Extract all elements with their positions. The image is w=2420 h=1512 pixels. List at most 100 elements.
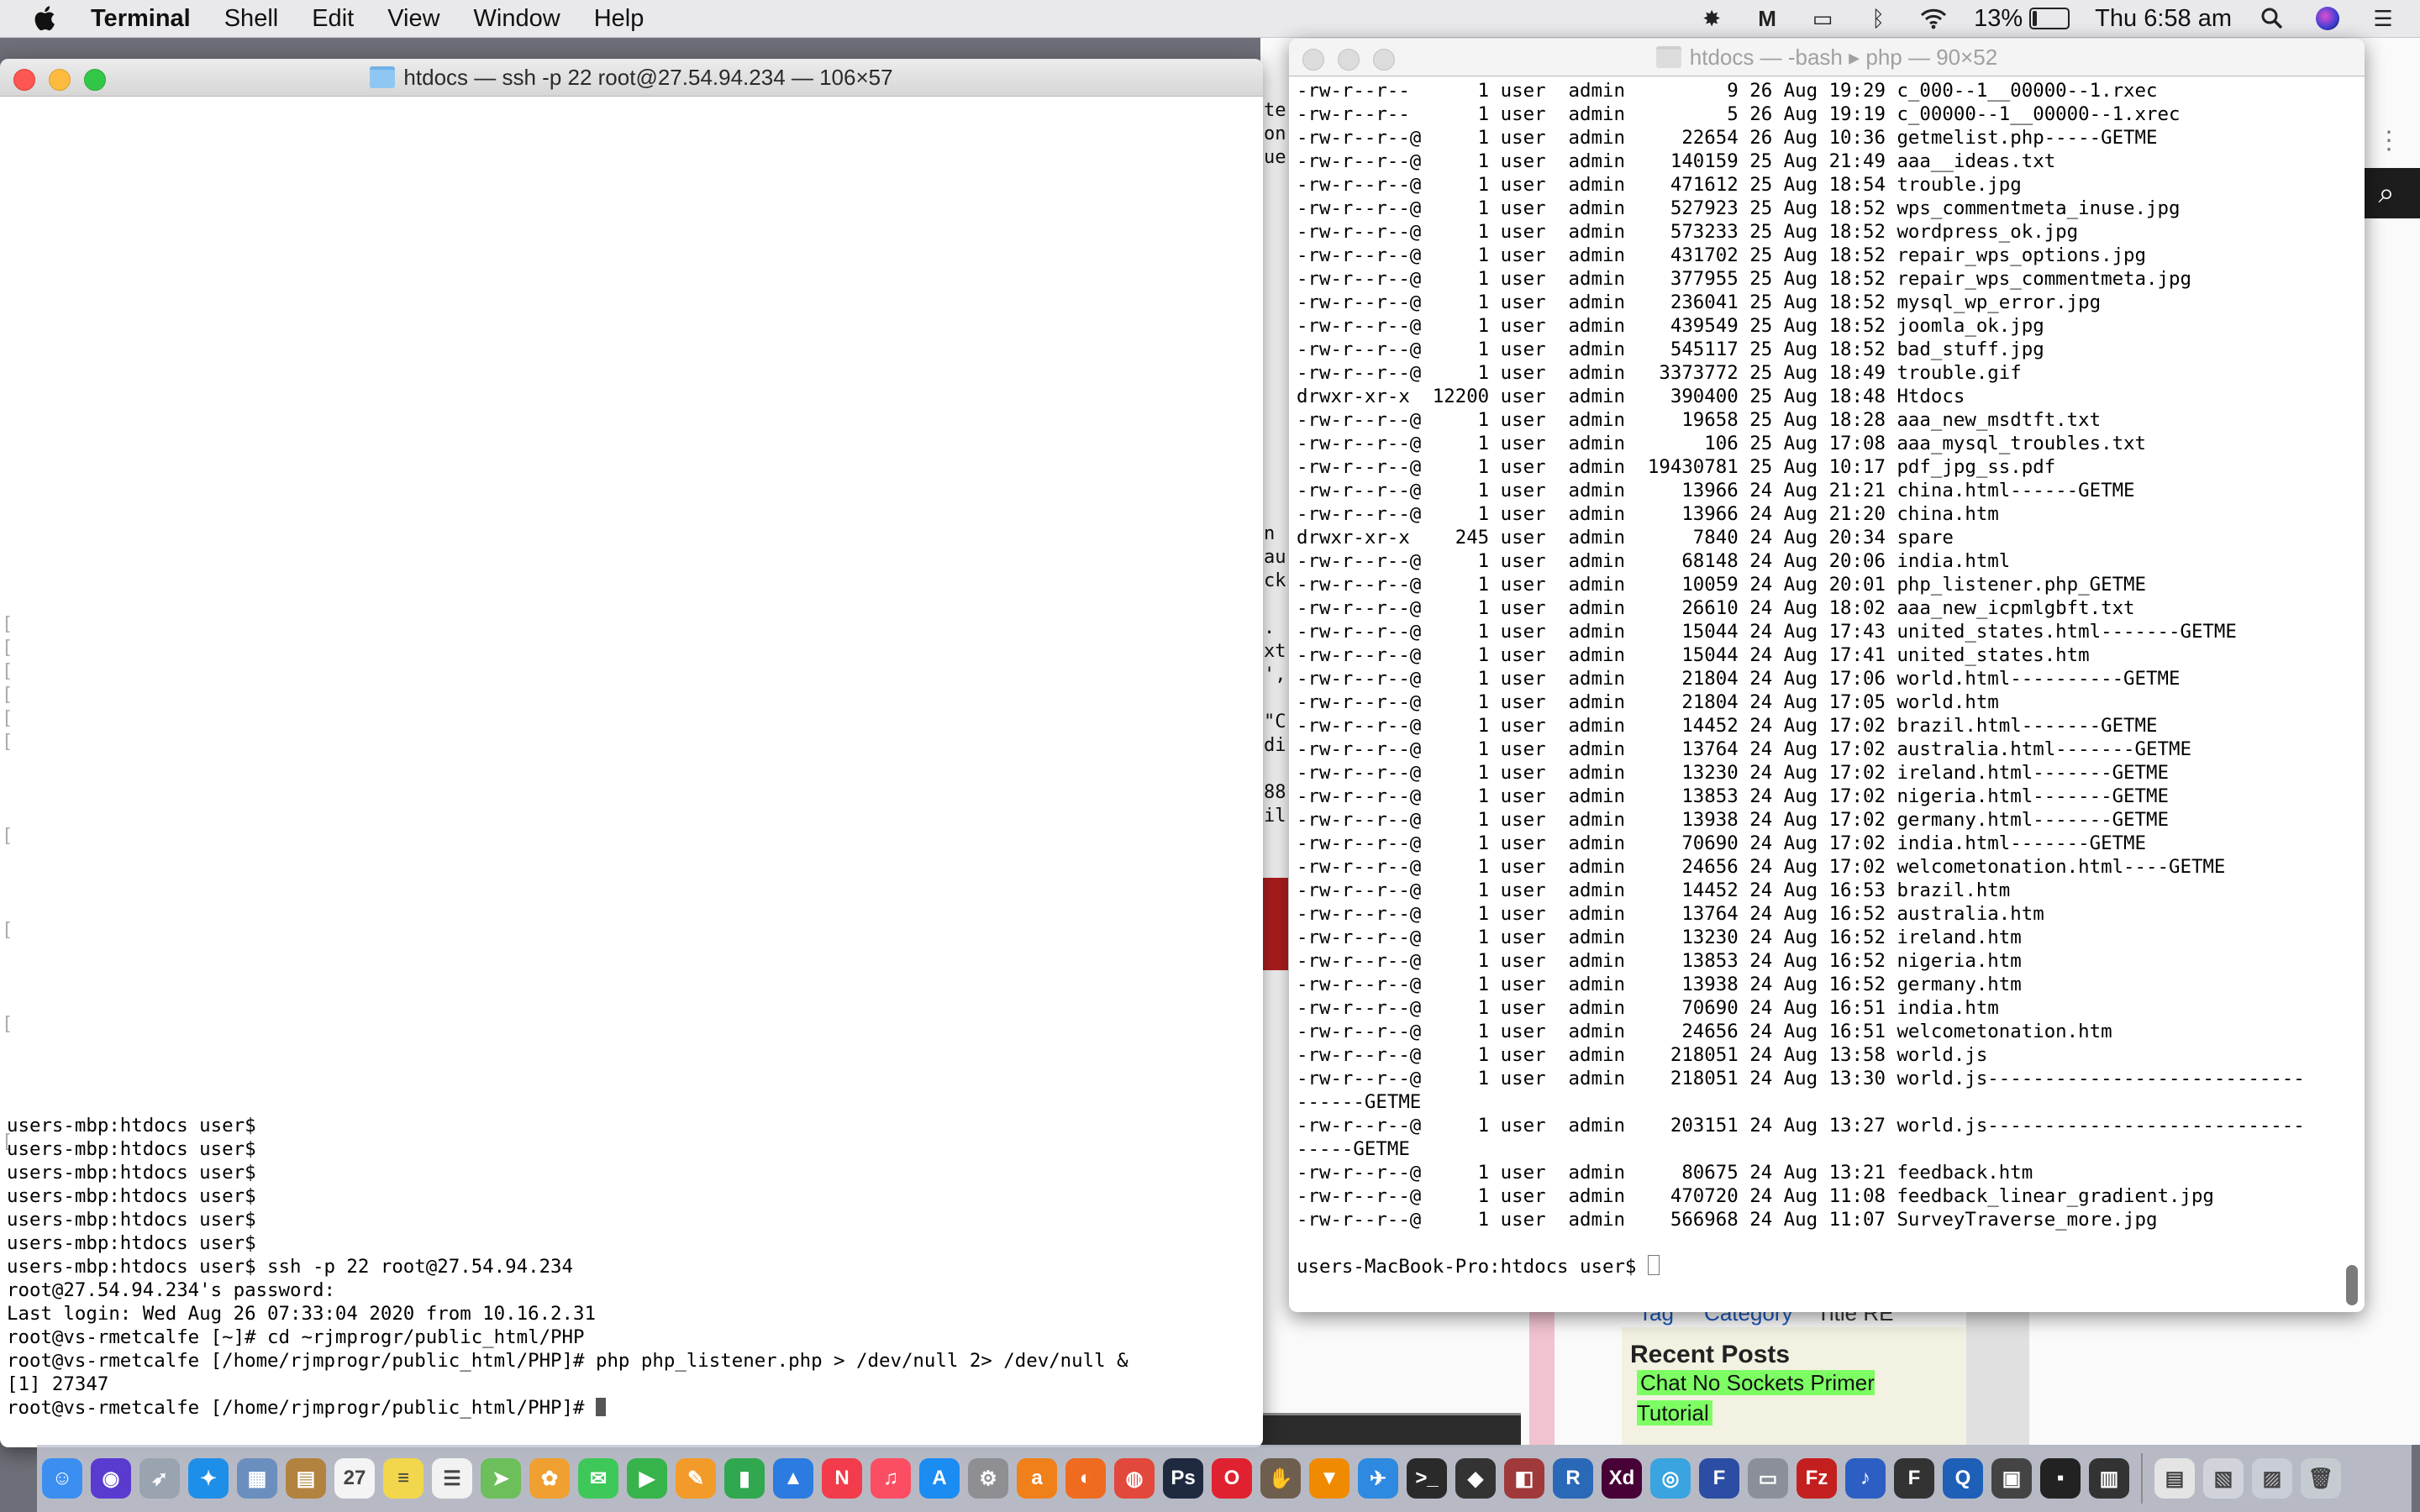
messages-icon[interactable]: ✉: [578, 1458, 618, 1499]
menu-shell[interactable]: Shell: [224, 5, 279, 33]
minimize-button[interactable]: [49, 69, 71, 91]
minimize-button[interactable]: [1338, 49, 1360, 71]
listing-line: ------GETME: [1297, 1091, 1422, 1113]
calendar-icon[interactable]: 27: [334, 1458, 375, 1499]
r-icon[interactable]: R: [1553, 1458, 1593, 1499]
clock[interactable]: Thu 6:58 am: [2095, 5, 2232, 33]
facetime-icon[interactable]: ▶: [627, 1458, 667, 1499]
terminal-icon[interactable]: >_: [1407, 1458, 1447, 1499]
doc-icon[interactable]: ▤: [2154, 1458, 2195, 1499]
listing-line: -rw-r--r--@ 1 user admin 19430781 25 Aug…: [1297, 456, 2056, 478]
menu-window[interactable]: Window: [474, 5, 560, 33]
xcode-icon[interactable]: ✈: [1358, 1458, 1398, 1499]
listing-line: -rw-r--r--@ 1 user admin 13966 24 Aug 21…: [1297, 480, 2135, 501]
gmail-icon[interactable]: M: [1752, 6, 1782, 31]
listing-line: -rw-r--r--@ 1 user admin 80675 24 Aug 13…: [1297, 1162, 2033, 1184]
zoom-button[interactable]: [1373, 49, 1395, 71]
music-icon[interactable]: ♫: [871, 1458, 911, 1499]
numbers-icon[interactable]: ▮: [724, 1458, 765, 1499]
recent-post-title[interactable]: Chat No Sockets Primer Tutorial: [1637, 1370, 1875, 1425]
text-cursor: [595, 1398, 606, 1416]
folder-icon[interactable]: ▨: [2252, 1458, 2292, 1499]
keynote-icon[interactable]: ▲: [773, 1458, 813, 1499]
filemerge-icon[interactable]: ◧: [1504, 1458, 1544, 1499]
menu-app-name[interactable]: Terminal: [91, 5, 191, 33]
peek-text-line: ue: [1264, 147, 1286, 168]
inkscape-icon[interactable]: ◆: [1455, 1458, 1496, 1499]
downloads-icon[interactable]: ▧: [2203, 1458, 2244, 1499]
menu-edit[interactable]: Edit: [312, 5, 354, 33]
preview-icon[interactable]: ▦: [237, 1458, 277, 1499]
misc-icon[interactable]: ▥: [2089, 1458, 2129, 1499]
xd-icon[interactable]: Xd: [1602, 1458, 1642, 1499]
firefox-icon[interactable]: ◐: [1065, 1458, 1106, 1499]
terminal-line: users-mbp:htdocs user$: [7, 1138, 256, 1160]
launchpad-icon[interactable]: ➶: [139, 1458, 180, 1499]
settings-icon[interactable]: ⚙: [968, 1458, 1008, 1499]
notefile-icon[interactable]: ▤: [286, 1458, 326, 1499]
terminal-line: root@vs-rmetcalfe [/home/rjmprogr/public…: [7, 1396, 1128, 1420]
folder-icon: [1655, 46, 1681, 68]
pages-icon[interactable]: ✎: [676, 1458, 716, 1499]
gimp-icon[interactable]: ✋: [1260, 1458, 1301, 1499]
menu-help[interactable]: Help: [594, 5, 644, 33]
photoshop-icon[interactable]: Ps: [1163, 1458, 1203, 1499]
peek-text-line: te: [1264, 100, 1286, 121]
notification-center-icon[interactable]: ☰: [2368, 6, 2398, 31]
airplay-icon[interactable]: ▭: [1807, 6, 1838, 31]
news-icon[interactable]: N: [822, 1458, 862, 1499]
peek-text-line: il: [1264, 806, 1286, 827]
opera-icon[interactable]: O: [1212, 1458, 1252, 1499]
flow-icon[interactable]: F: [1699, 1458, 1739, 1499]
zoom-button[interactable]: [84, 69, 106, 91]
quicktime-icon[interactable]: Q: [1943, 1458, 1983, 1499]
safari-icon[interactable]: ✦: [188, 1458, 229, 1499]
recent-post-link[interactable]: Chat No Sockets Primer Tutorial: [1637, 1368, 1939, 1428]
terminal-window-bash[interactable]: htdocs — -bash ▸ php — 90×52 -rw-r--r-- …: [1289, 39, 2365, 1312]
listing-line: -rw-r--r--@ 1 user admin 470720 24 Aug 1…: [1297, 1185, 2214, 1207]
folder-icon: [370, 66, 396, 88]
listing-line: -rw-r--r--@ 1 user admin 13764 24 Aug 16…: [1297, 903, 2044, 925]
peek-text-line: [1264, 687, 1286, 711]
window-titlebar[interactable]: htdocs — -bash ▸ php — 90×52: [1289, 39, 2365, 76]
battery-indicator[interactable]: 13%: [1974, 5, 2070, 33]
more-options-icon[interactable]: ⋮: [2376, 126, 2402, 155]
terminal-output[interactable]: -rw-r--r-- 1 user admin 9 26 Aug 19:29 c…: [1297, 79, 2305, 1278]
vlc-icon[interactable]: ▼: [1309, 1458, 1349, 1499]
headphones-icon[interactable]: ♪: [1845, 1458, 1886, 1499]
background-gray-strip: [1966, 1298, 2029, 1445]
script-icon[interactable]: ✸: [1697, 6, 1727, 31]
window-titlebar[interactable]: htdocs — ssh -p 22 root@27.54.94.234 — 1…: [0, 59, 1263, 97]
maps-icon[interactable]: ➤: [481, 1458, 521, 1499]
terminal-output[interactable]: users-mbp:htdocs user$ users-mbp:htdocs u…: [7, 1114, 1128, 1420]
chrome-icon[interactable]: ◍: [1114, 1458, 1155, 1499]
filezilla-icon[interactable]: Fz: [1797, 1458, 1837, 1499]
trash-icon[interactable]: 🗑: [2301, 1458, 2341, 1499]
notes-icon[interactable]: ≡: [383, 1458, 424, 1499]
close-button[interactable]: [1302, 49, 1324, 71]
terminal2-icon[interactable]: ▪: [2040, 1458, 2081, 1499]
window-controls: [13, 69, 106, 91]
terminal-window-ssh[interactable]: htdocs — ssh -p 22 root@27.54.94.234 — 1…: [0, 59, 1263, 1447]
listing-line: -rw-r--r--@ 1 user admin 68148 24 Aug 20…: [1297, 550, 2011, 572]
reminders-icon[interactable]: ☰: [432, 1458, 472, 1499]
fontbook-icon[interactable]: F: [1894, 1458, 1934, 1499]
terminal-line: users-mbp:htdocs user$ ssh -p 22 root@27…: [7, 1256, 574, 1278]
close-button[interactable]: [13, 69, 35, 91]
scrollbar-thumb[interactable]: [2346, 1265, 2358, 1305]
appstore-icon[interactable]: A: [919, 1458, 960, 1499]
peek-text-line: n: [1264, 523, 1276, 544]
finder-icon[interactable]: ☺: [42, 1458, 82, 1499]
spotlight-icon[interactable]: [2257, 6, 2287, 31]
siri-icon[interactable]: ◉: [91, 1458, 131, 1499]
wifi-icon[interactable]: [1918, 6, 1949, 31]
audacity-icon[interactable]: a: [1017, 1458, 1057, 1499]
photos-icon[interactable]: ✿: [529, 1458, 570, 1499]
menu-view[interactable]: View: [387, 5, 439, 33]
ball-icon[interactable]: ◎: [1650, 1458, 1691, 1499]
apple-menu-icon[interactable]: [32, 4, 60, 33]
bluetooth-icon[interactable]: ᛒ: [1863, 6, 1893, 31]
siri-icon[interactable]: [2312, 6, 2343, 31]
console-icon[interactable]: ▣: [1991, 1458, 2032, 1499]
diskutil-icon[interactable]: ▭: [1748, 1458, 1788, 1499]
